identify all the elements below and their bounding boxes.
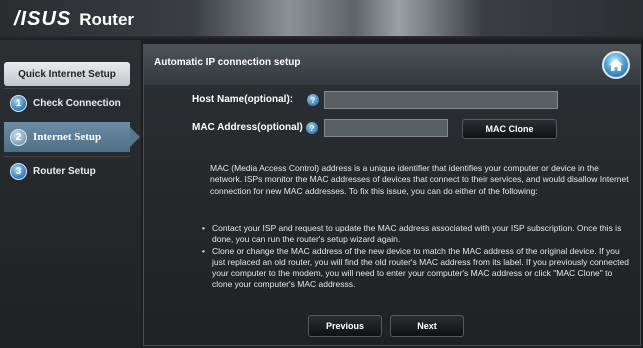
host-name-input[interactable] <box>324 91 558 109</box>
sidebar-item-label: Internet Setup <box>33 131 102 143</box>
mac-address-label: MAC Address(optional) <box>192 122 303 133</box>
list-item: Clone or change the MAC address of the n… <box>202 246 632 291</box>
mac-address-input[interactable] <box>324 119 448 137</box>
sidebar <box>0 40 141 348</box>
sidebar-item-router-setup[interactable]: 3 Router Setup <box>4 156 130 186</box>
mac-description: MAC (Media Access Control) address is a … <box>210 163 629 196</box>
sidebar-item-check-connection[interactable]: 1 Check Connection <box>4 88 130 118</box>
step-2-icon: 2 <box>10 128 27 146</box>
sidebar-item-label: Router Setup <box>33 166 96 177</box>
host-name-row: Host Name(optional): ? <box>144 91 640 111</box>
help-icon[interactable]: ? <box>306 122 318 134</box>
previous-button[interactable]: Previous <box>308 315 382 337</box>
mac-address-row: MAC Address(optional) ? MAC Clone <box>144 119 640 139</box>
page-title: Automatic IP connection setup <box>154 57 301 68</box>
brand: /ISUS Router <box>14 8 134 31</box>
sidebar-item-internet-setup[interactable]: 2 Internet Setup <box>4 122 140 152</box>
mac-clone-button[interactable]: MAC Clone <box>462 119 557 139</box>
main-panel: Automatic IP connection setup Host Name(… <box>143 44 641 346</box>
asus-logo: /ISUS <box>14 8 72 30</box>
sidebar-item-label: Check Connection <box>33 98 121 109</box>
step-3-icon: 3 <box>10 163 27 180</box>
home-icon <box>609 59 623 71</box>
instructions-list: Contact your ISP and request to update t… <box>202 223 632 291</box>
host-name-label: Host Name(optional): <box>192 94 294 105</box>
top-banner: /ISUS Router <box>0 0 643 40</box>
help-icon[interactable]: ? <box>307 94 319 106</box>
product-name: Router <box>79 10 135 29</box>
home-button[interactable] <box>602 51 630 79</box>
panel-header: Automatic IP connection setup <box>144 45 640 85</box>
next-button[interactable]: Next <box>390 315 464 337</box>
sidebar-title: Quick Internet Setup <box>4 62 130 86</box>
list-item: Contact your ISP and request to update t… <box>202 223 632 246</box>
step-1-icon: 1 <box>10 95 27 112</box>
